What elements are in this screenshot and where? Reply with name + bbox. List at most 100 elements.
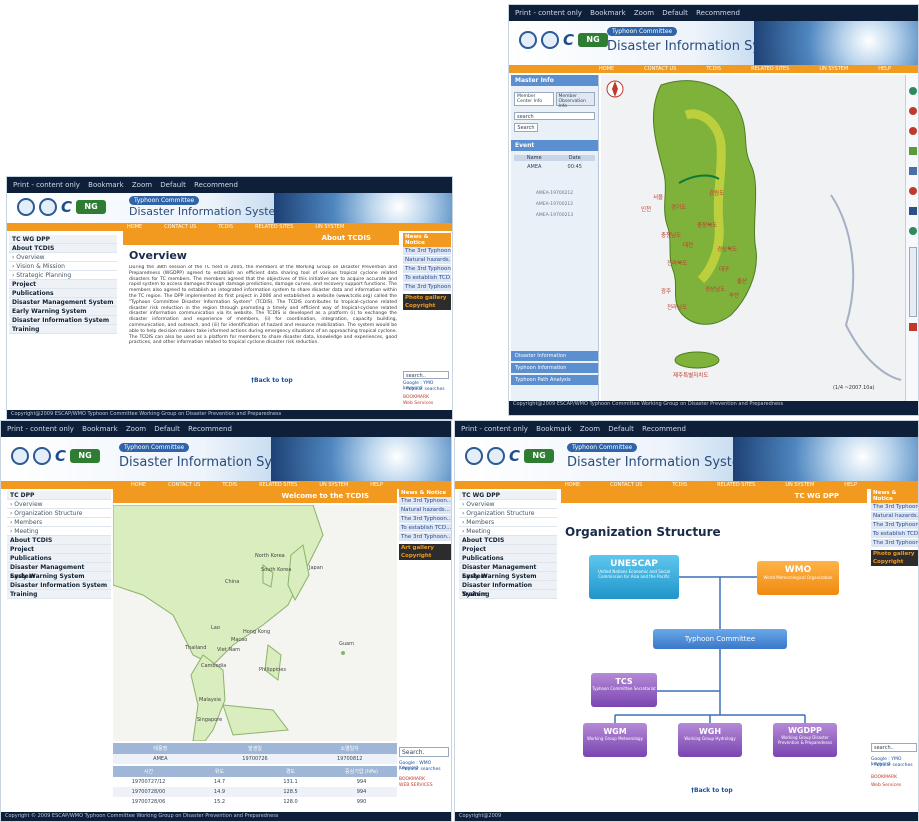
sidebar-item-dms[interactable]: Disaster Management System xyxy=(9,298,117,307)
typhoon-info-section[interactable]: Typhoon Information xyxy=(511,363,598,373)
nav-un[interactable]: UN SYSTEM xyxy=(819,65,848,73)
sidebar-item-project[interactable]: Project xyxy=(7,545,111,554)
news-item[interactable]: Natural hazards... xyxy=(403,256,451,265)
org-node-tcs[interactable]: TCS Typhoon Committee Secretariat xyxy=(591,673,657,707)
sidebar-item-members[interactable]: › Members xyxy=(7,518,111,527)
table-row[interactable]: AMEA 19700726 19700812 xyxy=(113,754,397,764)
path-analysis-section[interactable]: Typhoon Path Analysis xyxy=(511,375,598,385)
news-item[interactable]: The 3rd Typhoon... xyxy=(871,539,918,548)
search-input[interactable]: search.. xyxy=(403,371,449,379)
zoom-out-all-icon[interactable] xyxy=(909,127,917,135)
reset-icon[interactable] xyxy=(909,227,917,235)
zoom-slider[interactable] xyxy=(909,247,917,317)
bookmark-link[interactable]: Bookmark xyxy=(536,425,571,433)
org-node-wgm[interactable]: WGM Working Group Meteorology xyxy=(583,723,647,757)
logo-group[interactable]: C NG xyxy=(519,31,609,49)
news-item[interactable]: The 3rd Typhoon... xyxy=(403,283,451,292)
nav-tcdis[interactable]: TCDIS xyxy=(672,481,687,489)
news-item[interactable]: The 3rd Typhoon... xyxy=(399,497,451,506)
news-item[interactable]: To establish TCD... xyxy=(399,524,451,533)
nav-related[interactable]: RELATED SITES xyxy=(751,65,789,73)
search-input[interactable]: Search. xyxy=(399,747,449,757)
logo-group[interactable]: C NG xyxy=(11,447,101,465)
news-item[interactable]: Natural hazards... xyxy=(871,512,918,521)
tab-member-observation[interactable]: Member Observation Info xyxy=(555,92,595,109)
sidebar-item-overview[interactable]: › Overview xyxy=(459,500,557,509)
news-item[interactable]: The 3rd Typhoon... xyxy=(403,265,451,274)
table-row[interactable]: 19700728/06 15.2 128.0 990 xyxy=(113,797,397,807)
nav-contact[interactable]: CONTACT US xyxy=(168,481,200,489)
org-node-unescap[interactable]: UNESCAP United Nations Economic and Soci… xyxy=(589,555,679,599)
news-item[interactable]: To establish TCD... xyxy=(403,274,451,283)
sidebar-item-vision[interactable]: › Vision & Mission xyxy=(9,262,117,271)
web-services-link[interactable]: WEB SERVICES xyxy=(399,783,433,788)
news-item[interactable]: To establish TCD... xyxy=(871,530,918,539)
sidebar-item-dis[interactable]: Disaster Information System xyxy=(9,316,117,325)
sidebar-item-organization[interactable]: › Organization Structure xyxy=(7,509,111,518)
sidebar-item-overview[interactable]: › Overview xyxy=(9,253,117,262)
sidebar-item-tc-dpp[interactable]: TC DPP xyxy=(7,491,111,500)
nav-home[interactable]: HOME xyxy=(127,223,142,231)
popular-link[interactable]: › Popular searches xyxy=(871,763,913,768)
photo-gallery-link[interactable]: Photo gallery xyxy=(871,550,918,558)
bookmark-badge[interactable]: BOOKMARK xyxy=(871,775,897,780)
bookmark-badge[interactable]: BOOKMARK xyxy=(403,395,429,400)
sidebar-item-training[interactable]: Training xyxy=(459,590,557,599)
default-link[interactable]: Default xyxy=(608,425,634,433)
sidebar-item-publications[interactable]: Publications xyxy=(7,554,111,563)
sidebar-item-publications[interactable]: Publications xyxy=(459,554,557,563)
org-node-wmo[interactable]: WMO World Meteorological Organization xyxy=(757,561,839,595)
sidebar-item-members[interactable]: › Members xyxy=(459,518,557,527)
korea-map[interactable]: 서울 인천 경기도 강원도 충청북도 충청남도 대전 전라북도 경상북도 대구 … xyxy=(601,75,905,401)
nav-home[interactable]: HOME xyxy=(565,481,580,489)
news-item[interactable]: The 3rd Typhoon... xyxy=(871,503,918,512)
art-gallery-link[interactable]: Art gallery xyxy=(399,544,451,552)
web-services-link[interactable]: Web Services xyxy=(871,783,901,788)
default-link[interactable]: Default xyxy=(154,425,180,433)
nav-home[interactable]: HOME xyxy=(599,65,614,73)
sidebar-item-about[interactable]: About TCDIS xyxy=(459,536,557,545)
news-item[interactable]: The 3rd Typhoon... xyxy=(871,521,918,530)
zoom-control[interactable]: Zoom xyxy=(580,425,600,433)
nav-help[interactable]: HELP xyxy=(370,481,383,489)
bookmark-badge[interactable]: BOOKMARK xyxy=(399,777,425,782)
nav-contact[interactable]: CONTACT US xyxy=(164,223,196,231)
sidebar-item-ews[interactable]: Early Warning System xyxy=(459,572,557,581)
copyright-link[interactable]: Copyright xyxy=(399,552,451,560)
nav-un[interactable]: UN SYSTEM xyxy=(785,481,814,489)
news-item[interactable]: The 3rd Typhoon... xyxy=(399,515,451,524)
sidebar-item-project[interactable]: Project xyxy=(9,280,117,289)
default-link[interactable]: Default xyxy=(160,181,186,189)
news-item[interactable]: The 3rd Typhoon... xyxy=(399,533,451,542)
print-link[interactable]: Print - content only xyxy=(7,425,74,433)
sidebar-item-about[interactable]: About TCDIS xyxy=(9,244,117,253)
sidebar-item-dis[interactable]: Disaster Information System xyxy=(459,581,557,598)
recommend-link[interactable]: Recommend xyxy=(194,181,238,189)
logo-group[interactable]: C NG xyxy=(465,447,555,465)
nav-home[interactable]: HOME xyxy=(131,481,146,489)
recommend-link[interactable]: Recommend xyxy=(188,425,232,433)
table-row[interactable]: 19700727/12 14.7 131.1 994 xyxy=(113,777,397,787)
zoom-control[interactable]: Zoom xyxy=(126,425,146,433)
print-link[interactable]: Print - content only xyxy=(461,425,528,433)
news-item[interactable]: Natural hazards... xyxy=(399,506,451,515)
nav-related[interactable]: RELATED SITES xyxy=(259,481,297,489)
sidebar-item-ews[interactable]: Early Warning System xyxy=(7,572,111,581)
sidebar-item-publications[interactable]: Publications xyxy=(9,289,117,298)
copyright-link[interactable]: Copyright xyxy=(871,558,918,566)
search-input[interactable]: search.. xyxy=(871,743,917,752)
search-input[interactable]: search xyxy=(514,112,595,120)
sidebar-item-dms[interactable]: Disaster Management System xyxy=(459,563,557,580)
nav-un[interactable]: UN SYSTEM xyxy=(319,481,348,489)
bookmark-link[interactable]: Bookmark xyxy=(82,425,117,433)
sidebar-item-strategic[interactable]: › Strategic Planning xyxy=(9,271,117,280)
back-to-top-link[interactable]: †Back to top xyxy=(251,377,293,384)
nav-contact[interactable]: CONTACT US xyxy=(644,65,676,73)
web-services-link[interactable]: Web Services xyxy=(403,401,433,406)
minus-icon[interactable] xyxy=(909,323,917,331)
distance-icon[interactable] xyxy=(909,167,917,175)
sidebar-item-ews[interactable]: Early Warning System xyxy=(9,307,117,316)
print-link[interactable]: Print - content only xyxy=(13,181,80,189)
nav-contact[interactable]: CONTACT US xyxy=(610,481,642,489)
zoom-in-icon[interactable] xyxy=(909,87,917,95)
